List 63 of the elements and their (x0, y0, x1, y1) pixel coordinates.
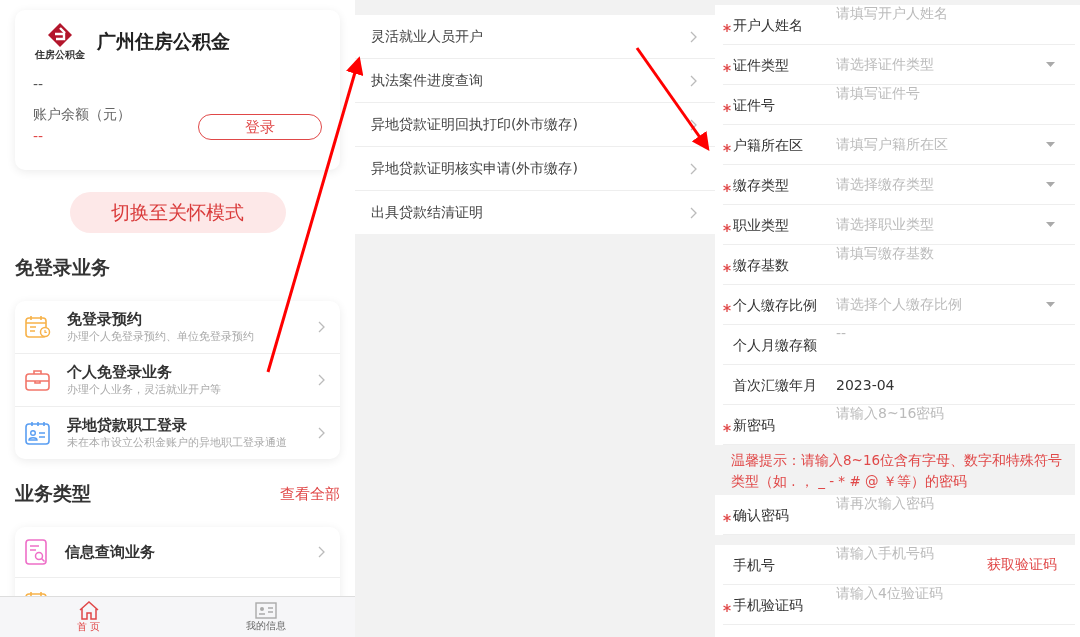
balance-label: 账户余额（元） (33, 106, 131, 124)
chevron-right-icon (318, 374, 325, 386)
service-title[interactable]: 异地贷款职工登录 (67, 416, 302, 435)
chevron-right-icon (690, 118, 697, 131)
field-label: 手机号 (733, 557, 775, 575)
menu-item[interactable]: 执法案件进度查询 (371, 71, 483, 90)
dropdown-caret-icon (1046, 222, 1055, 227)
field-label: 缴存类型 (733, 177, 789, 195)
dropdown-caret-icon (1046, 62, 1055, 67)
dropdown-caret-icon (1046, 302, 1055, 307)
select-field[interactable]: 请选择职业类型 (836, 205, 1046, 244)
dropdown-caret-icon (1046, 142, 1055, 147)
get-code-link[interactable]: 获取验证码 (987, 555, 1057, 574)
id-card-icon (255, 601, 278, 619)
service-subtitle: 未在本市设立公积金账户的异地职工登录通道 (67, 435, 288, 450)
nav-tab[interactable]: 我的信息 (177, 597, 355, 637)
home-icon (77, 600, 100, 620)
chevron-right-icon (318, 427, 325, 439)
field-label: 手机验证码 (733, 597, 803, 615)
logo-caption: 住房公积金 (35, 48, 85, 62)
service-title[interactable]: 个人免登录业务 (67, 363, 302, 382)
field-label: 个人缴存比例 (733, 297, 817, 315)
document-search-icon (25, 539, 49, 565)
menu-item[interactable]: 灵活就业人员开户 (371, 27, 483, 46)
field-label: 开户人姓名 (733, 17, 803, 35)
field-label: 证件类型 (733, 57, 789, 75)
login-button[interactable]: 登录 (198, 114, 322, 140)
section-title: 免登录业务 (15, 255, 110, 280)
field-label: 新密码 (733, 417, 775, 435)
field-label: 户籍所在区 (733, 137, 803, 155)
dropdown-caret-icon (1046, 182, 1055, 187)
account-name: -- (33, 76, 45, 92)
field-label: 首次汇缴年月 (733, 377, 817, 395)
briefcase-icon (25, 369, 51, 391)
service-title[interactable]: 免登录预约 (67, 310, 302, 329)
brand-name: 广州住房公积金 (97, 29, 230, 54)
field-label: 证件号 (733, 97, 775, 115)
field-label: 个人月缴存额 (733, 337, 817, 355)
field-value: 2023-04 (836, 375, 896, 395)
section-title: 业务类型 (15, 481, 91, 506)
chevron-right-icon (690, 162, 697, 175)
calendar-icon (25, 315, 51, 339)
chevron-right-icon (318, 321, 325, 333)
menu-item[interactable]: 异地贷款证明核实申请(外市缴存) (371, 159, 578, 178)
field-label: 职业类型 (733, 217, 789, 235)
field-label: 缴存基数 (733, 257, 789, 275)
view-all-link[interactable]: 查看全部 (280, 484, 340, 504)
id-card-icon (25, 421, 51, 445)
nav-tab[interactable]: 首 页 (0, 597, 178, 637)
menu-item[interactable]: 出具贷款结清证明 (371, 203, 483, 222)
service-subtitle: 办理个人业务，灵活就业开户等 (67, 382, 222, 397)
logo-icon (46, 22, 74, 48)
password-hint: 温馨提示：请输入8~16位含有字母、数字和特殊符号类型（如 . ， _ - * # @ ￥等）的密码 (715, 445, 1075, 495)
service-subtitle: 办理个人免登录预约、单位免登录预约 (67, 329, 255, 344)
menu-item[interactable]: 异地贷款证明回执打印(外市缴存) (371, 115, 578, 134)
chevron-right-icon (690, 74, 697, 87)
care-mode-button[interactable]: 切换至关怀模式 (69, 192, 286, 233)
balance-value: -- (33, 128, 45, 144)
chevron-right-icon (690, 206, 697, 219)
chevron-right-icon (318, 546, 325, 558)
chevron-right-icon (690, 30, 697, 43)
field-label: 确认密码 (733, 507, 789, 525)
service-title[interactable]: 信息查询业务 (65, 542, 302, 562)
